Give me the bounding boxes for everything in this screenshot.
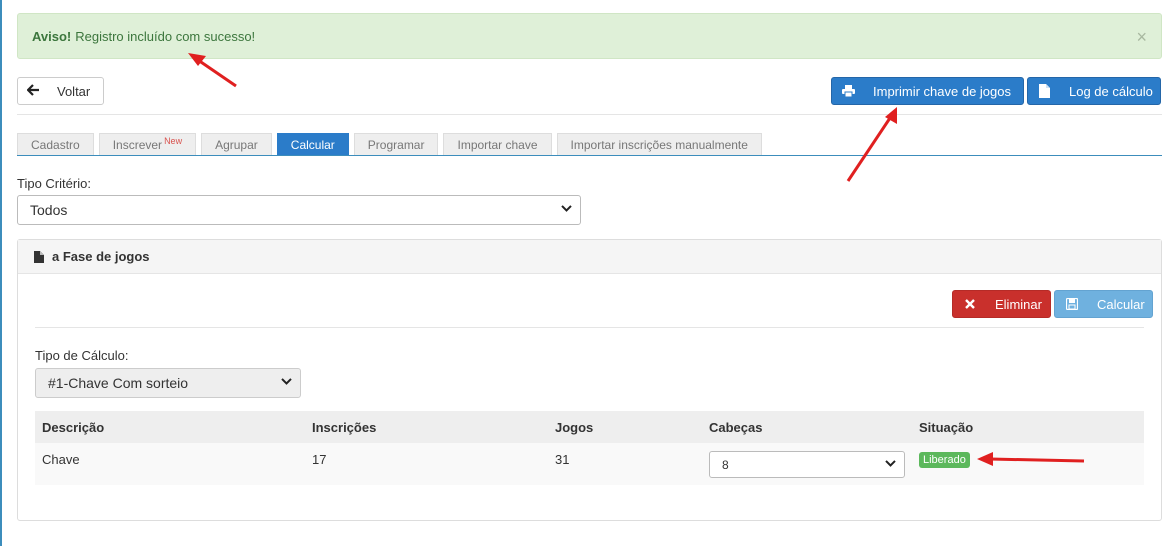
panel-header: a Fase de jogos bbox=[18, 240, 1161, 274]
criteria-type-value: Todos bbox=[30, 202, 68, 218]
chevron-down-icon bbox=[281, 377, 292, 388]
col-situacao: Situação bbox=[919, 419, 974, 435]
status-badge-label: Liberado bbox=[919, 452, 970, 468]
alert-message: Registro incluído com sucesso! bbox=[75, 28, 256, 44]
file-icon bbox=[1037, 84, 1051, 98]
panel-divider bbox=[35, 327, 1144, 328]
calc-type-label: Tipo de Cálculo: bbox=[35, 348, 129, 363]
new-badge: New bbox=[164, 135, 183, 146]
table-row: Chave 17 31 8 Liberado bbox=[35, 443, 1144, 485]
toolbar-divider bbox=[17, 114, 1162, 115]
cell-jogos: 31 bbox=[555, 452, 570, 467]
save-icon bbox=[1065, 297, 1079, 311]
tab-programar[interactable]: Programar bbox=[353, 133, 439, 155]
tab-importar-inscricoes[interactable]: Importar inscrições manualmente bbox=[556, 133, 762, 155]
success-alert: Aviso! Registro incluído com sucesso! × bbox=[17, 13, 1162, 59]
calc-log-label: Log de cálculo bbox=[1069, 83, 1153, 99]
print-bracket-label: Imprimir chave de jogos bbox=[873, 83, 1011, 99]
phase-table: Descrição Inscrições Jogos Cabeças Situa… bbox=[35, 411, 1144, 485]
table-header: Descrição Inscrições Jogos Cabeças Situa… bbox=[35, 411, 1144, 443]
tab-label: Importar chave bbox=[457, 137, 538, 152]
printer-icon bbox=[841, 84, 855, 98]
col-descricao: Descrição bbox=[42, 419, 105, 435]
col-cabecas: Cabeças bbox=[709, 419, 763, 435]
print-bracket-button[interactable]: Imprimir chave de jogos bbox=[831, 77, 1024, 105]
alert-title: Aviso! bbox=[32, 28, 72, 44]
calculate-label: Calcular bbox=[1097, 296, 1145, 312]
eliminate-button[interactable]: Eliminar bbox=[952, 290, 1051, 318]
tab-label: Agrupar bbox=[215, 137, 258, 152]
close-icon[interactable]: × bbox=[1136, 27, 1147, 48]
tab-agrupar[interactable]: Agrupar bbox=[201, 133, 272, 155]
cell-descricao: Chave bbox=[42, 452, 80, 467]
eliminate-label: Eliminar bbox=[995, 296, 1042, 312]
tab-label: Importar inscrições manualmente bbox=[570, 137, 748, 152]
tab-importar-chave[interactable]: Importar chave bbox=[443, 133, 552, 155]
games-phase-panel: a Fase de jogos Eliminar Calcular Tipo d… bbox=[17, 239, 1162, 521]
page-left-border bbox=[0, 0, 2, 546]
criteria-type-select[interactable]: Todos bbox=[17, 195, 581, 225]
file-icon bbox=[34, 250, 44, 263]
seeds-value: 8 bbox=[722, 457, 729, 472]
col-inscricoes: Inscrições bbox=[312, 419, 377, 435]
back-button[interactable]: Voltar bbox=[17, 77, 104, 105]
calc-log-button[interactable]: Log de cálculo bbox=[1027, 77, 1161, 105]
calc-type-value: #1-Chave Com sorteio bbox=[48, 375, 189, 391]
tab-label: Calcular bbox=[290, 137, 335, 152]
tab-cadastro[interactable]: Cadastro bbox=[17, 133, 94, 155]
status-badge: Liberado bbox=[919, 451, 970, 468]
panel-title: a Fase de jogos bbox=[52, 249, 150, 264]
calculate-button[interactable]: Calcular bbox=[1054, 290, 1153, 318]
tab-label: Programar bbox=[367, 137, 425, 152]
tab-calcular[interactable]: Calcular bbox=[276, 133, 349, 155]
calc-type-select[interactable]: #1-Chave Com sorteio bbox=[35, 368, 301, 398]
tab-label: Inscrever bbox=[112, 137, 163, 152]
arrow-left-icon bbox=[26, 83, 40, 100]
tab-bar: Cadastro Inscrever New Agrupar Calcular P… bbox=[17, 133, 1162, 156]
back-button-label: Voltar bbox=[57, 83, 91, 99]
tab-inscrever[interactable]: Inscrever New bbox=[98, 133, 197, 155]
close-icon bbox=[963, 297, 977, 311]
chevron-down-icon bbox=[561, 204, 572, 215]
tab-label: Cadastro bbox=[31, 137, 80, 152]
seeds-select[interactable]: 8 bbox=[709, 451, 905, 478]
cell-inscricoes: 17 bbox=[312, 452, 327, 467]
col-jogos: Jogos bbox=[555, 419, 594, 435]
criteria-type-label: Tipo Critério: bbox=[17, 176, 91, 191]
chevron-down-icon bbox=[885, 458, 896, 469]
